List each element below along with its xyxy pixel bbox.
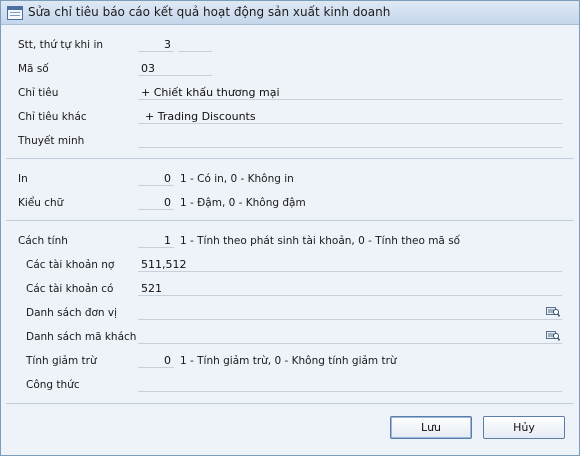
stt-input[interactable]: 3 bbox=[137, 38, 171, 51]
tinh-giam-tru-underline bbox=[138, 367, 174, 368]
in-underline bbox=[138, 185, 174, 186]
tinh-giam-tru-label: Tính giảm trừ bbox=[26, 355, 97, 367]
footer-divider bbox=[6, 403, 574, 404]
kieu-chu-label: Kiểu chữ bbox=[18, 197, 64, 209]
tk-co-label: Các tài khoản có bbox=[26, 283, 114, 295]
section-divider bbox=[6, 158, 574, 159]
thuyet-minh-underline bbox=[138, 147, 562, 148]
stt-extra-underline bbox=[178, 51, 212, 52]
save-button[interactable]: Lưu bbox=[390, 416, 472, 439]
kieu-chu-hint: 1 - Đậm, 0 - Không đậm bbox=[180, 197, 306, 209]
cancel-button[interactable]: Hủy bbox=[483, 416, 565, 439]
stt-input-underline bbox=[138, 51, 174, 52]
in-input[interactable]: 0 bbox=[137, 172, 171, 185]
title-bar: Sửa chỉ tiêu báo cáo kết quả hoạt động s… bbox=[1, 1, 579, 25]
cong-thuc-underline bbox=[138, 391, 562, 392]
ds-ma-khach-underline bbox=[138, 343, 562, 344]
lookup-icon[interactable] bbox=[546, 306, 560, 317]
cach-tinh-label: Cách tính bbox=[18, 235, 68, 247]
cach-tinh-hint: 1 - Tính theo phát sinh tài khoản, 0 - T… bbox=[180, 235, 461, 247]
thuyet-minh-label: Thuyết minh bbox=[18, 135, 85, 147]
chi-tieu-label: Chỉ tiêu bbox=[18, 87, 59, 99]
in-hint: 1 - Có in, 0 - Không in bbox=[180, 173, 294, 185]
ds-ma-khach-label: Danh sách mã khách bbox=[26, 331, 137, 343]
tk-co-input[interactable]: 521 bbox=[141, 282, 162, 295]
report-window-icon bbox=[7, 6, 23, 20]
lookup-icon[interactable] bbox=[546, 330, 560, 341]
kieu-chu-underline bbox=[138, 209, 174, 210]
tinh-giam-tru-hint: 1 - Tính giảm trừ, 0 - Không tính giảm t… bbox=[180, 355, 397, 367]
tk-no-label: Các tài khoản nợ bbox=[26, 259, 115, 271]
ds-don-vi-underline bbox=[138, 319, 562, 320]
chi-tieu-underline bbox=[138, 99, 562, 100]
ma-so-label: Mã số bbox=[18, 63, 49, 75]
kieu-chu-input[interactable]: 0 bbox=[137, 196, 171, 209]
chi-tieu-khac-input[interactable]: + Trading Discounts bbox=[145, 110, 256, 123]
cach-tinh-underline bbox=[138, 247, 174, 248]
in-label: In bbox=[18, 173, 28, 185]
cach-tinh-input[interactable]: 1 bbox=[137, 234, 171, 247]
tk-co-underline bbox=[138, 295, 562, 296]
tk-no-underline bbox=[138, 271, 562, 272]
ds-don-vi-label: Danh sách đơn vị bbox=[26, 307, 118, 319]
chi-tieu-khac-underline bbox=[138, 123, 562, 124]
window-title: Sửa chỉ tiêu báo cáo kết quả hoạt động s… bbox=[28, 5, 391, 19]
edit-indicator-dialog: Sửa chỉ tiêu báo cáo kết quả hoạt động s… bbox=[0, 0, 580, 456]
stt-label: Stt, thứ tự khi in bbox=[18, 39, 104, 51]
tk-no-input[interactable]: 511,512 bbox=[141, 258, 187, 271]
ma-so-underline bbox=[138, 75, 212, 76]
ma-so-input[interactable]: 03 bbox=[141, 62, 155, 75]
tinh-giam-tru-input[interactable]: 0 bbox=[137, 354, 171, 367]
chi-tieu-khac-label: Chỉ tiêu khác bbox=[18, 111, 87, 123]
section-divider bbox=[6, 220, 574, 221]
cong-thuc-label: Công thức bbox=[26, 379, 80, 391]
chi-tieu-input[interactable]: + Chiết khấu thương mại bbox=[141, 86, 280, 99]
